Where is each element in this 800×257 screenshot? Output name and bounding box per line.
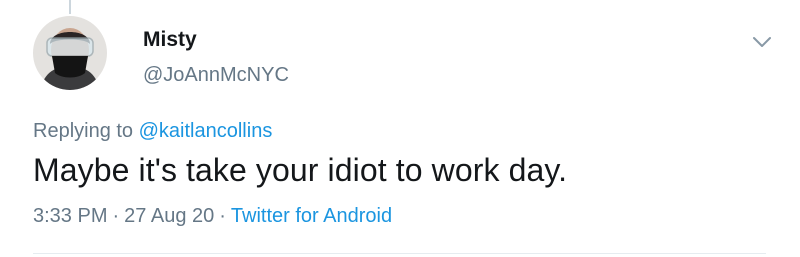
meta-separator: ·: [219, 205, 226, 227]
tweet-source-link[interactable]: Twitter for Android: [231, 205, 392, 227]
divider: [33, 253, 766, 254]
user-handle[interactable]: @JoAnnMcNYC: [143, 64, 289, 87]
thread-connector-line: [69, 0, 71, 14]
chevron-down-icon[interactable]: [750, 32, 774, 52]
avatar-image: [33, 16, 107, 90]
tweet-metadata: 3:33 PM · 27 Aug 20 · Twitter for Android: [33, 205, 392, 228]
tweet-text: Maybe it's take your idiot to work day.: [33, 152, 568, 188]
tweet-date[interactable]: 27 Aug 20: [124, 205, 214, 227]
avatar[interactable]: [33, 16, 107, 90]
meta-separator: ·: [112, 205, 120, 227]
replying-to-line: Replying to @kaitlancollins: [33, 120, 272, 143]
display-name[interactable]: Misty: [143, 28, 197, 52]
tweet-time[interactable]: 3:33 PM: [33, 205, 107, 227]
mention-link[interactable]: @kaitlancollins: [139, 120, 273, 142]
replying-to-label: Replying to: [33, 120, 134, 142]
